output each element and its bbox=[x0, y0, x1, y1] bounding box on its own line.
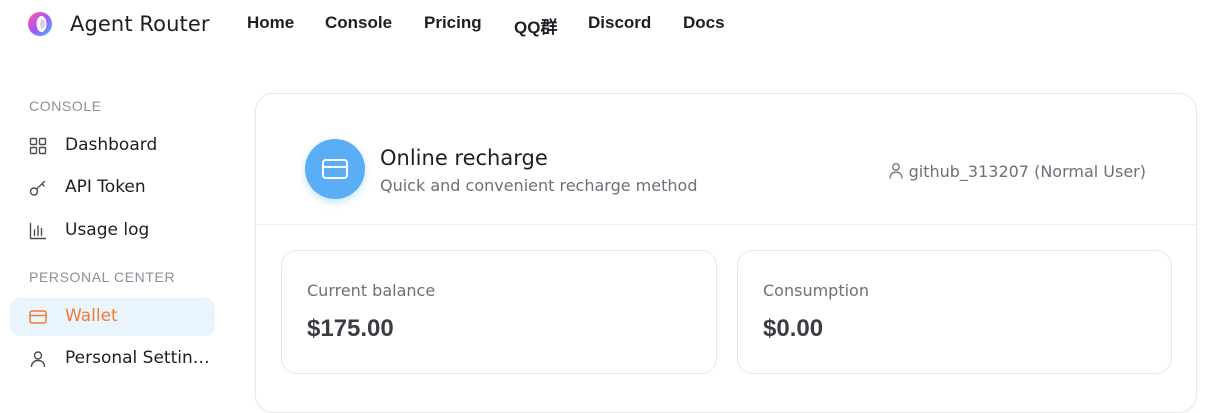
sidebar-item-label: Dashboard bbox=[65, 135, 158, 155]
consumption-label: Consumption bbox=[763, 281, 869, 300]
sidebar-item-wallet[interactable]: Wallet bbox=[10, 298, 215, 336]
sidebar-section-console: CONSOLE bbox=[29, 98, 102, 114]
sidebar-item-label: Personal Settings bbox=[65, 348, 210, 368]
nav-docs[interactable]: Docs bbox=[683, 13, 725, 33]
recharge-title: Online recharge bbox=[380, 146, 548, 170]
bar-chart-icon bbox=[29, 222, 47, 240]
credit-card-icon bbox=[322, 159, 348, 179]
sidebar-item-label: API Token bbox=[65, 177, 146, 197]
sidebar-item-usage-log[interactable]: Usage log bbox=[10, 212, 215, 250]
dashboard-grid-icon bbox=[29, 137, 47, 155]
sidebar-item-label: Usage log bbox=[65, 220, 150, 240]
sidebar-item-personal-settings[interactable]: Personal Settings bbox=[10, 340, 215, 378]
sidebar-item-dashboard[interactable]: Dashboard bbox=[10, 127, 215, 165]
wallet-icon bbox=[29, 310, 47, 324]
recharge-header: Online recharge Quick and convenient rec… bbox=[256, 94, 1196, 225]
top-navigation: Agent Router Home Console Pricing QQ群 Di… bbox=[0, 0, 1207, 48]
consumption-value: $0.00 bbox=[763, 315, 824, 342]
nav-console[interactable]: Console bbox=[325, 13, 392, 33]
nav-pricing[interactable]: Pricing bbox=[424, 13, 482, 33]
balance-label: Current balance bbox=[307, 281, 436, 300]
sidebar-item-api-token[interactable]: API Token bbox=[10, 169, 215, 207]
balance-card: Current balance $175.00 bbox=[281, 250, 717, 374]
user-icon bbox=[30, 351, 46, 368]
sidebar-item-label: Wallet bbox=[65, 306, 118, 326]
brand-name[interactable]: Agent Router bbox=[70, 12, 210, 36]
user-info: github_313207 (Normal User) bbox=[888, 162, 1146, 182]
sidebar-section-personal: PERSONAL CENTER bbox=[29, 269, 176, 285]
nav-qq-group[interactable]: QQ群 bbox=[514, 13, 557, 38]
wallet-card: Online recharge Quick and convenient rec… bbox=[255, 93, 1197, 413]
nav-discord[interactable]: Discord bbox=[588, 13, 651, 33]
nav-home[interactable]: Home bbox=[247, 13, 294, 33]
agent-router-logo[interactable] bbox=[27, 11, 53, 37]
sidebar: CONSOLE Dashboard API Token Usage log PE… bbox=[0, 60, 230, 395]
balance-value: $175.00 bbox=[307, 315, 394, 342]
user-name-label: github_313207 (Normal User) bbox=[908, 162, 1146, 181]
key-icon bbox=[29, 180, 46, 196]
recharge-subtitle: Quick and convenient recharge method bbox=[380, 176, 698, 195]
recharge-badge bbox=[305, 139, 365, 199]
consumption-card: Consumption $0.00 bbox=[737, 250, 1172, 374]
